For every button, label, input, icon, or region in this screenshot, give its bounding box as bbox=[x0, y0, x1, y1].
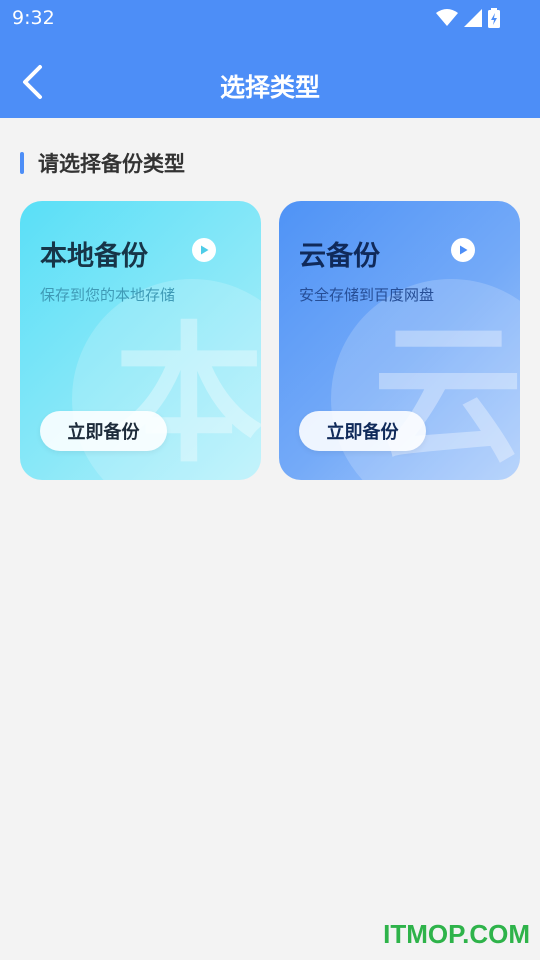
play-icon[interactable] bbox=[192, 238, 216, 262]
section-accent-bar bbox=[20, 152, 24, 174]
local-backup-card[interactable]: 本 本地备份 保存到您的本地存储 立即备份 bbox=[20, 201, 261, 480]
section-header: 请选择备份类型 bbox=[20, 148, 185, 178]
status-icons bbox=[436, 8, 500, 28]
local-backup-button[interactable]: 立即备份 bbox=[40, 411, 167, 451]
status-bar: 9:32 bbox=[0, 0, 540, 36]
card-description: 安全存储到百度网盘 bbox=[299, 286, 435, 304]
play-icon[interactable] bbox=[451, 238, 475, 262]
signal-icon bbox=[464, 9, 482, 27]
card-description: 保存到您的本地存储 bbox=[40, 286, 176, 304]
card-title: 本地备份 bbox=[40, 241, 148, 272]
card-title: 云备份 bbox=[299, 241, 380, 272]
cloud-backup-card[interactable]: 云 云备份 安全存储到百度网盘 立即备份 bbox=[279, 201, 520, 480]
cloud-backup-button[interactable]: 立即备份 bbox=[299, 411, 426, 451]
status-time: 9:32 bbox=[12, 7, 55, 29]
section-title: 请选择备份类型 bbox=[38, 152, 185, 176]
app-header: 9:32 选择类型 bbox=[0, 0, 540, 118]
page-title: 选择类型 bbox=[219, 73, 320, 102]
wifi-icon bbox=[436, 9, 458, 27]
battery-icon bbox=[488, 8, 500, 28]
watermark: ITMOP.COM bbox=[383, 919, 530, 949]
nav-bar: 选择类型 bbox=[0, 50, 540, 118]
